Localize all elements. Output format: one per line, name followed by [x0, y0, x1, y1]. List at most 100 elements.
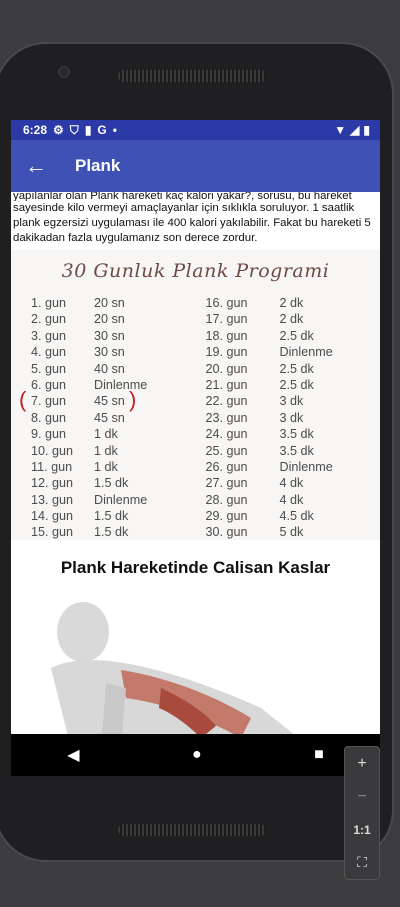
program-day: 17. gun	[205, 312, 248, 327]
back-nav-icon[interactable]: ◀	[67, 745, 79, 765]
signal-icon: ◢	[350, 123, 360, 137]
section-title: Plank Hareketinde Calisan Kaslar	[60, 558, 331, 577]
article-content[interactable]: yapılanlar olan Plank hareketi kaç kalor…	[11, 192, 380, 734]
status-bar: 6:28 ⚙ ⛉ ▮ G • ▼ ◢ ▮	[11, 120, 380, 140]
program-duration: 2.5 dk	[279, 361, 314, 376]
program-duration: 20 sn	[94, 312, 125, 327]
program-row: 1. gun 20 sn	[31, 296, 206, 312]
zoom-out-button[interactable]: −	[357, 780, 366, 813]
program-row: 4. gun 30 sn	[31, 345, 206, 361]
program-duration: 1.5 dk	[94, 525, 129, 540]
program-duration: 20 sn	[94, 296, 125, 310]
fit-screen-icon[interactable]: ⛶	[357, 846, 367, 879]
program-row: 12. gun 1.5 dk	[31, 476, 206, 492]
program-duration: 1.5 dk	[94, 509, 129, 524]
muscles-section: Plank Hareketinde Calisan Kaslar	[11, 540, 380, 734]
program-row: 23. gun 3 dk	[206, 411, 381, 427]
app-bar: ← Plank	[11, 140, 380, 192]
program-row: 15. gun 1.5 dk	[31, 525, 206, 541]
plank-muscle-figure	[11, 598, 380, 734]
program-day: 18. gun	[205, 328, 248, 343]
recents-nav-icon[interactable]: ■	[314, 746, 324, 764]
program-day: 22. gun	[205, 394, 248, 409]
sd-card-icon: ▮	[84, 123, 92, 137]
highlight-left-bracket: (	[19, 387, 27, 412]
shield-icon: ⛉	[69, 122, 79, 137]
program-title: 30 Gunluk Plank Programi	[61, 260, 330, 282]
program-day: 10. gun	[31, 443, 74, 458]
program-day: 5. gun	[31, 361, 67, 376]
program-row: 19. gun Dinlenme	[206, 345, 381, 361]
program-row: 8. gun 45 sn	[31, 411, 206, 427]
zoom-in-button[interactable]: +	[357, 747, 366, 780]
program-duration: 40 sn	[94, 361, 125, 376]
wifi-icon: ▼	[334, 123, 347, 137]
program-duration: 1 dk	[94, 443, 118, 458]
program-duration: 2 dk	[279, 312, 304, 327]
program-day: 8. gun	[31, 410, 67, 425]
program-row: 3. gun 30 sn	[31, 329, 206, 345]
program-row: 5. gun 40 sn	[31, 362, 206, 378]
program-day: 19. gun	[205, 345, 248, 360]
program-day: 20. gun	[205, 361, 248, 376]
zoom-ratio-button[interactable]: 1:1	[353, 813, 370, 846]
android-nav-bar: ◀ ● ■	[11, 734, 380, 776]
bottom-speaker	[118, 824, 266, 836]
program-day: 26. gun	[205, 459, 248, 474]
program-day: 23. gun	[205, 410, 248, 425]
program-row: 9. gun 1 dk	[31, 427, 206, 443]
program-day: 24. gun	[205, 427, 248, 442]
program-duration: 4 dk	[279, 476, 304, 491]
program-day: 11. gun	[31, 459, 73, 474]
program-duration: 1.5 dk	[94, 476, 129, 491]
program-duration: 4 dk	[279, 492, 304, 507]
program-duration: 30 sn	[94, 345, 125, 360]
program-day: 25. gun	[205, 443, 248, 458]
program-row: 25. gun 3.5 dk	[206, 444, 381, 460]
back-arrow-icon[interactable]: ←	[11, 153, 61, 179]
settings-icon: ⚙	[53, 123, 64, 137]
program-row: 2. gun 20 sn	[31, 312, 206, 328]
status-time: 6:28	[23, 123, 48, 137]
program-duration: Dinlenme	[279, 459, 333, 474]
program-day: 13. gun	[31, 492, 74, 507]
highlight-right-bracket: )	[129, 387, 137, 412]
battery-icon: ▮	[363, 123, 370, 137]
program-day: 14. gun	[31, 509, 74, 524]
program-row: 28. gun 4 dk	[206, 493, 381, 509]
program-day: 29. gun	[205, 509, 248, 524]
program-row: 16. gun 2 dk	[206, 296, 381, 312]
program-day: 9. gun	[31, 427, 67, 442]
program-day: 28. gun	[205, 492, 248, 507]
program-right-column: 16. gun 2 dk 17. gun 2 dk 18. gun 2.5 dk 19. g…	[206, 296, 381, 542]
intro-cut-line: yapılanlar olan Plank hareketi kaç kalor…	[13, 192, 352, 201]
notification-dot: •	[112, 123, 117, 137]
program-duration: Dinlenme	[94, 377, 148, 392]
program-row: 13. gun Dinlenme	[31, 493, 206, 509]
program-duration: 4.5 dk	[279, 509, 314, 524]
program-row: 24. gun 3.5 dk	[206, 427, 381, 443]
program-duration: 30 sn	[94, 328, 125, 343]
home-nav-icon[interactable]: ●	[192, 746, 202, 764]
program-duration: 2.5 dk	[279, 377, 314, 392]
program-day: 21. gun	[205, 377, 248, 392]
program-day: 3. gun	[31, 328, 67, 343]
program-row: 21. gun 2.5 dk	[206, 378, 381, 394]
zoom-controls: + − 1:1 ⛶	[344, 746, 380, 880]
program-day: 6. gun	[31, 377, 67, 392]
program-row: 10. gun 1 dk	[31, 444, 206, 460]
program-duration: Dinlenme	[279, 345, 333, 360]
program-row: 22. gun 3 dk	[206, 394, 381, 410]
program-duration: 5 dk	[279, 525, 304, 540]
page-title: Plank	[75, 156, 121, 175]
program-row: 29. gun 4.5 dk	[206, 509, 381, 525]
program-duration: 2.5 dk	[279, 328, 314, 343]
program-row: 18. gun 2.5 dk	[206, 329, 381, 345]
intro-paragraph: sayesinde kilo vermeyi amaçlayanlar için…	[13, 202, 371, 244]
program-duration: 3.5 dk	[279, 427, 314, 442]
program-day: 7. gun	[31, 394, 67, 409]
program-duration: 3 dk	[279, 394, 304, 409]
program-row: 14. gun 1.5 dk	[31, 509, 206, 525]
program-duration: 45 sn	[94, 410, 125, 425]
program-day: 16. gun	[205, 296, 248, 310]
